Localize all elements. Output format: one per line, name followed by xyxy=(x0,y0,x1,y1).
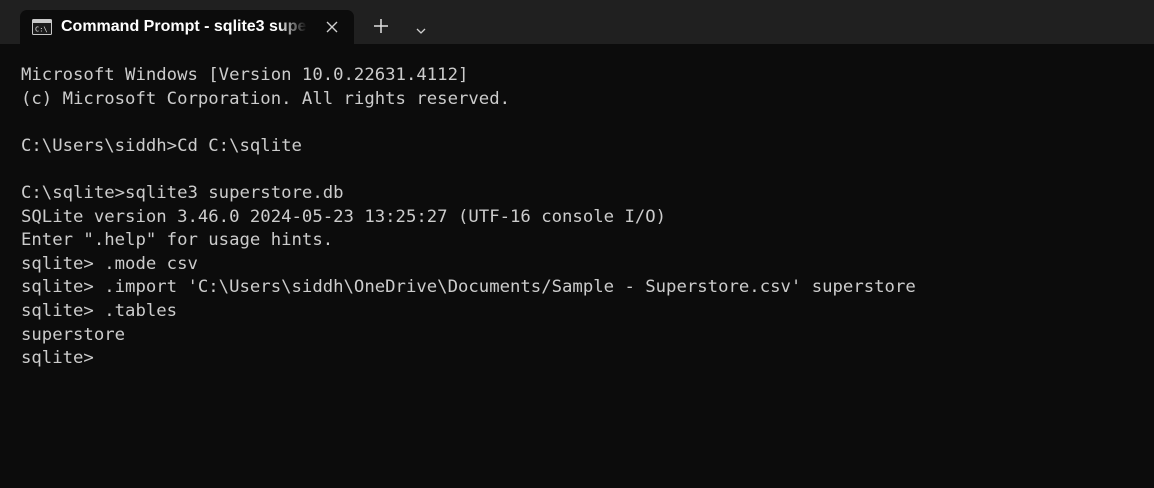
console-line: C:\Users\siddh>Cd C:\sqlite xyxy=(21,135,302,156)
console-line: C:\sqlite>sqlite3 superstore.db xyxy=(21,182,344,203)
svg-text:C:\: C:\ xyxy=(35,26,48,34)
new-tab-button[interactable] xyxy=(367,14,395,42)
console-line: Enter ".help" for usage hints. xyxy=(21,230,334,251)
console-line: sqlite> .import 'C:\Users\siddh\OneDrive… xyxy=(21,277,916,298)
close-icon[interactable] xyxy=(322,17,342,37)
chevron-down-icon xyxy=(416,19,426,38)
tab-dropdown-button[interactable] xyxy=(410,16,432,40)
tab-command-prompt[interactable]: C:\ Command Prompt - sqlite3 superstore.… xyxy=(20,10,354,44)
title-bar: C:\ Command Prompt - sqlite3 superstore.… xyxy=(0,0,1154,44)
console-output[interactable]: Microsoft Windows [Version 10.0.22631.41… xyxy=(0,44,1154,488)
console-line: Microsoft Windows [Version 10.0.22631.41… xyxy=(21,65,469,85)
console-line: (c) Microsoft Corporation. All rights re… xyxy=(21,88,510,109)
console-line: sqlite> .mode csv xyxy=(21,253,198,274)
console-line: superstore xyxy=(21,324,126,345)
console-line: sqlite> .tables xyxy=(21,300,178,321)
console-line: SQLite version 3.46.0 2024-05-23 13:25:2… xyxy=(21,206,667,227)
console-prompt-line[interactable]: sqlite> xyxy=(21,347,1154,371)
command-prompt-icon: C:\ xyxy=(32,19,52,35)
tab-title: Command Prompt - sqlite3 superstore.db xyxy=(61,18,307,35)
plus-icon xyxy=(373,18,389,38)
